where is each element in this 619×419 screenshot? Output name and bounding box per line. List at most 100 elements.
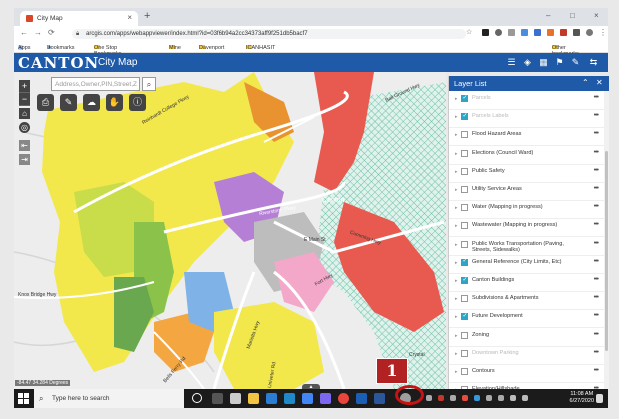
extension-icon[interactable] <box>560 29 567 36</box>
expand-caret-icon[interactable]: ▸ <box>455 333 458 339</box>
expand-caret-icon[interactable]: ▸ <box>455 205 458 211</box>
expand-caret-icon[interactable]: ▸ <box>455 114 458 120</box>
expand-caret-icon[interactable]: ▸ <box>455 296 458 302</box>
layer-checkbox[interactable] <box>461 222 468 230</box>
expand-caret-icon[interactable]: ▸ <box>455 369 458 375</box>
notifications-icon[interactable] <box>596 394 603 403</box>
volume-icon[interactable] <box>498 395 504 401</box>
address-search-input[interactable]: Address,Owner,PIN,Street,Z <box>51 77 140 91</box>
layer-row[interactable]: ▸ Canton Buildings ••• <box>449 273 604 292</box>
layer-checkbox[interactable] <box>461 276 468 284</box>
bookmark-icon[interactable]: ⚑ <box>554 57 565 68</box>
tray-icon[interactable] <box>438 395 444 401</box>
keyboard-icon[interactable] <box>522 395 528 401</box>
draw-tool-icon[interactable]: ✋ <box>106 94 123 111</box>
layer-options-icon[interactable]: ••• <box>594 276 599 283</box>
layer-row[interactable]: ▸ Wastewater (Mapping in progress) ••• <box>449 218 604 238</box>
close-panel-icon[interactable]: ✕ <box>596 78 603 87</box>
map-view[interactable]: Reinhardt College Pkwy Riverstone Pkwy C… <box>14 72 446 389</box>
layers-icon[interactable]: ◈ <box>522 57 533 68</box>
tray-icon[interactable] <box>474 395 480 401</box>
extension-icon[interactable] <box>508 29 515 36</box>
system-clock[interactable]: 11:08 AM 6/27/2020 <box>570 391 594 405</box>
close-window-button[interactable]: × <box>594 11 599 20</box>
expand-caret-icon[interactable]: ▸ <box>455 187 458 193</box>
layer-row[interactable]: ▸ Parcels Labels ••• <box>449 109 604 129</box>
reload-icon[interactable]: ⟳ <box>48 28 55 37</box>
app-icon[interactable] <box>284 393 295 404</box>
layer-row[interactable]: ▸ Flood Hazard Areas ••• <box>449 127 604 147</box>
layer-row[interactable]: ▸ Elections (Council Ward) ••• <box>449 146 604 165</box>
layer-checkbox[interactable] <box>461 186 468 193</box>
address-bar[interactable]: 🔒︎ arcgis.com/apps/webappviewer/index.ht… <box>72 29 466 39</box>
layer-options-icon[interactable]: ••• <box>594 349 599 356</box>
layer-checkbox[interactable] <box>461 240 468 248</box>
print-tool-icon[interactable]: ⎙ <box>37 94 54 111</box>
pen-icon[interactable] <box>510 395 516 401</box>
previous-extent-icon[interactable]: ⇤ <box>19 140 30 151</box>
expand-caret-icon[interactable]: ▸ <box>455 151 458 157</box>
mail-icon[interactable] <box>266 393 277 404</box>
expand-caret-icon[interactable]: ▸ <box>455 96 458 102</box>
teams-icon[interactable] <box>320 393 331 404</box>
layer-row[interactable]: ▸ Parcels ••• <box>449 91 604 110</box>
layer-options-icon[interactable]: ••• <box>594 367 599 374</box>
draw-icon[interactable]: ✎ <box>570 57 581 68</box>
layer-checkbox[interactable] <box>461 368 468 375</box>
cortana-icon[interactable] <box>192 393 202 403</box>
extension-icon[interactable] <box>482 29 489 36</box>
layer-options-icon[interactable]: ••• <box>594 240 599 247</box>
expand-caret-icon[interactable]: ▸ <box>455 278 458 284</box>
layer-row[interactable]: ▸ Zoning ••• <box>449 328 604 347</box>
expand-caret-icon[interactable]: ▸ <box>455 351 458 357</box>
windows-start-icon[interactable] <box>16 391 31 406</box>
layer-checkbox[interactable] <box>461 94 468 102</box>
expand-caret-icon[interactable]: ▸ <box>455 132 458 138</box>
chrome-icon[interactable] <box>338 393 349 404</box>
layer-row[interactable]: ▸ Downtown Parking ••• <box>449 346 604 365</box>
layer-checkbox[interactable] <box>461 257 468 266</box>
minimize-button[interactable]: – <box>546 11 550 20</box>
layer-options-icon[interactable]: ••• <box>594 312 599 319</box>
layer-options-icon[interactable]: ••• <box>594 221 599 228</box>
network-icon[interactable] <box>486 395 492 401</box>
layer-row[interactable]: ▸ Future Development ••• <box>449 309 604 329</box>
extension-icon[interactable] <box>521 29 528 36</box>
tray-icon[interactable] <box>450 395 456 401</box>
file-explorer-icon[interactable] <box>248 393 259 404</box>
profile-avatar[interactable] <box>586 29 593 36</box>
basemap-gallery-icon[interactable]: ☁ <box>83 94 100 111</box>
layer-options-icon[interactable]: ••• <box>594 185 599 192</box>
locate-icon[interactable]: ◎ <box>19 122 30 133</box>
layer-checkbox[interactable] <box>461 349 468 357</box>
legend-icon[interactable]: ☰ <box>506 57 517 68</box>
extension-icon[interactable] <box>495 29 502 36</box>
layer-options-icon[interactable]: ••• <box>594 94 599 101</box>
expand-caret-icon[interactable]: ▸ <box>455 260 458 266</box>
zoom-in-button[interactable]: + <box>19 80 30 93</box>
back-icon[interactable]: ← <box>20 28 28 37</box>
home-icon[interactable]: ⌂ <box>19 108 30 119</box>
layer-checkbox[interactable] <box>461 131 468 139</box>
info-icon[interactable]: ⓘ <box>129 94 146 111</box>
layer-options-icon[interactable]: ••• <box>594 294 599 301</box>
tray-icon[interactable] <box>426 395 432 401</box>
layer-row[interactable]: ▸ Water (Mapping in progress) ••• <box>449 200 604 220</box>
task-view-icon[interactable] <box>212 393 223 404</box>
layer-options-icon[interactable]: ••• <box>594 112 599 119</box>
layer-checkbox[interactable] <box>461 312 468 321</box>
tab-close-icon[interactable]: × <box>127 13 132 22</box>
extension-icon[interactable] <box>573 29 580 36</box>
collapse-panel-icon[interactable]: ⌃ <box>582 78 589 87</box>
layer-options-icon[interactable]: ••• <box>594 167 599 174</box>
expand-caret-icon[interactable]: ▸ <box>455 314 458 320</box>
app-icon[interactable] <box>356 393 367 404</box>
layer-row[interactable]: ▸ Subdivisions & Apartments ••• <box>449 291 604 311</box>
new-tab-button[interactable]: + <box>144 10 150 22</box>
maximize-button[interactable]: □ <box>570 11 575 20</box>
app-icon[interactable] <box>302 393 313 404</box>
expand-caret-icon[interactable]: ▸ <box>455 223 458 229</box>
forward-icon[interactable]: → <box>34 28 42 37</box>
tray-icon[interactable] <box>462 395 468 401</box>
app-icon[interactable] <box>230 393 241 404</box>
